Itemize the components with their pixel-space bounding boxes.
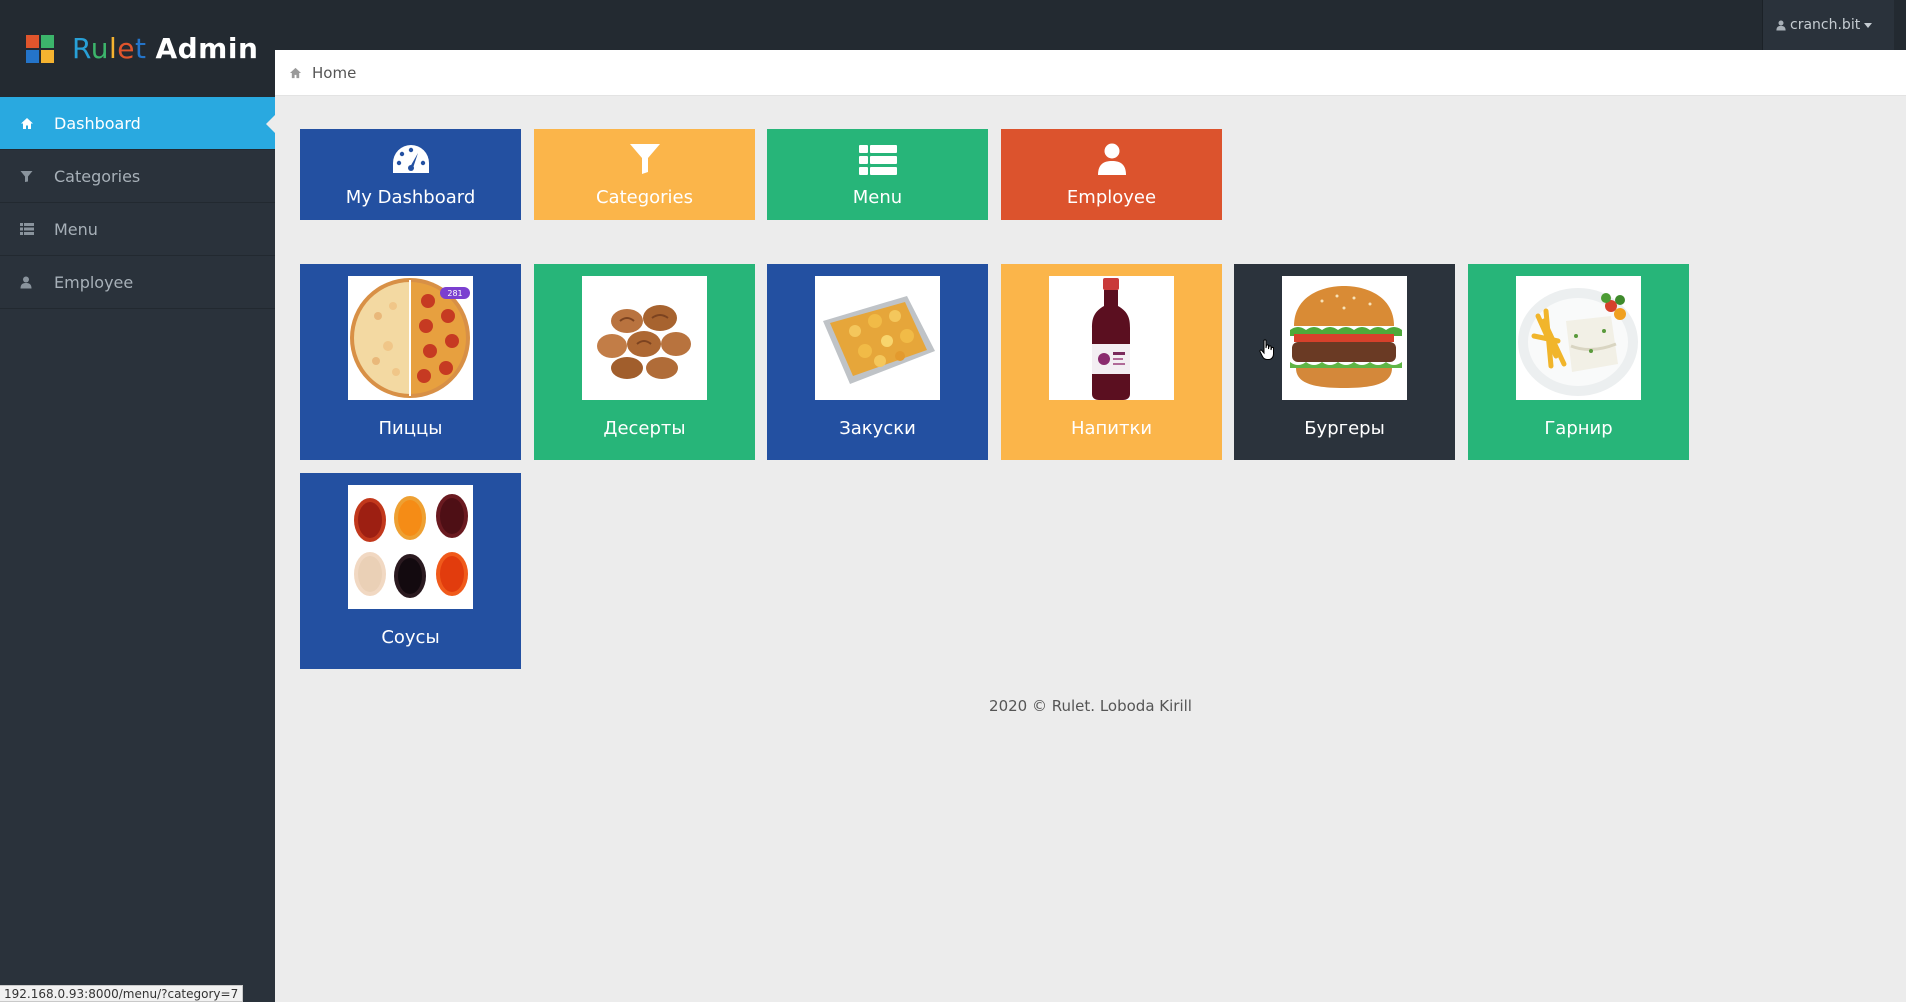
snacks-image [815, 276, 940, 400]
desserts-image [582, 276, 707, 400]
category-tile-snacks[interactable]: Закуски [767, 264, 988, 460]
brand[interactable]: Rulet Admin [0, 0, 275, 97]
category-tile-drinks[interactable]: Напитки [1001, 264, 1222, 460]
tile-label: My Dashboard [345, 187, 476, 208]
category-tile-desserts[interactable]: Десерты [534, 264, 755, 460]
sidebar-item-label: Categories [54, 166, 141, 186]
caret-down-icon [1864, 22, 1873, 28]
sidebar-item-menu[interactable]: Menu [0, 203, 275, 256]
sidebar-item-dashboard[interactable]: Dashboard [0, 97, 275, 150]
tile-label: Бургеры [1304, 418, 1385, 439]
category-tile-sauces[interactable]: Соусы [300, 473, 521, 669]
quick-link-employee[interactable]: Employee [1001, 129, 1222, 220]
filter-icon [20, 170, 54, 183]
top-navbar: cranch.bit [275, 0, 1906, 50]
list-icon [858, 145, 897, 179]
home-icon [20, 117, 54, 130]
sidebar: Rulet Admin Dashboard Categories Menu Emp… [0, 0, 275, 1002]
quick-link-menu[interactable]: Menu [767, 129, 988, 220]
sauces-image [348, 485, 473, 609]
sidebar-item-label: Menu [54, 219, 98, 239]
category-tile-side-dish[interactable]: Гарнир [1468, 264, 1689, 460]
tile-label: Гарнир [1544, 418, 1613, 439]
sidebar-item-label: Dashboard [54, 113, 141, 133]
user-icon [1097, 143, 1127, 179]
tile-label: Employee [1066, 187, 1157, 208]
tile-label: Соусы [381, 627, 440, 648]
list-icon [20, 223, 54, 235]
brand-name: Rulet Admin [72, 32, 259, 65]
hand-cursor-icon [1259, 339, 1277, 365]
user-menu-dropdown[interactable]: cranch.bit [1762, 0, 1894, 50]
breadcrumb: Home [275, 50, 1906, 96]
filter-icon [629, 143, 661, 179]
username: cranch.bit [1790, 17, 1861, 33]
user-icon [1776, 20, 1786, 31]
status-bar-url: 192.168.0.93:8000/menu/?category=7 [0, 985, 244, 1002]
home-icon [289, 67, 302, 79]
breadcrumb-home-link[interactable]: Home [312, 64, 356, 82]
burger-image [1282, 276, 1407, 400]
tile-label: Menu [852, 187, 903, 208]
footer-copyright: 2020 © Rulet. Loboda Kirill [989, 697, 1192, 715]
quick-link-categories[interactable]: Categories [534, 129, 755, 220]
quick-link-dashboard[interactable]: My Dashboard [300, 129, 521, 220]
user-icon [20, 276, 54, 289]
pizza-image: 281 [348, 276, 473, 400]
tile-label: Categories [595, 187, 694, 208]
sidebar-item-label: Employee [54, 272, 134, 292]
pizza-badge: 281 [447, 289, 462, 298]
side-dish-image [1516, 276, 1641, 400]
sidebar-item-categories[interactable]: Categories [0, 150, 275, 203]
tile-label: Закуски [839, 418, 916, 439]
tile-label: Напитки [1070, 418, 1153, 439]
tile-label: Десерты [603, 418, 686, 439]
sidebar-item-employee[interactable]: Employee [0, 256, 275, 309]
category-tile-pizza[interactable]: 281 Пиццы [300, 264, 521, 460]
tile-label: Пиццы [378, 418, 443, 439]
dashboard-gauge-icon [391, 143, 431, 179]
logo-icon [26, 34, 54, 63]
drink-image [1049, 276, 1174, 400]
